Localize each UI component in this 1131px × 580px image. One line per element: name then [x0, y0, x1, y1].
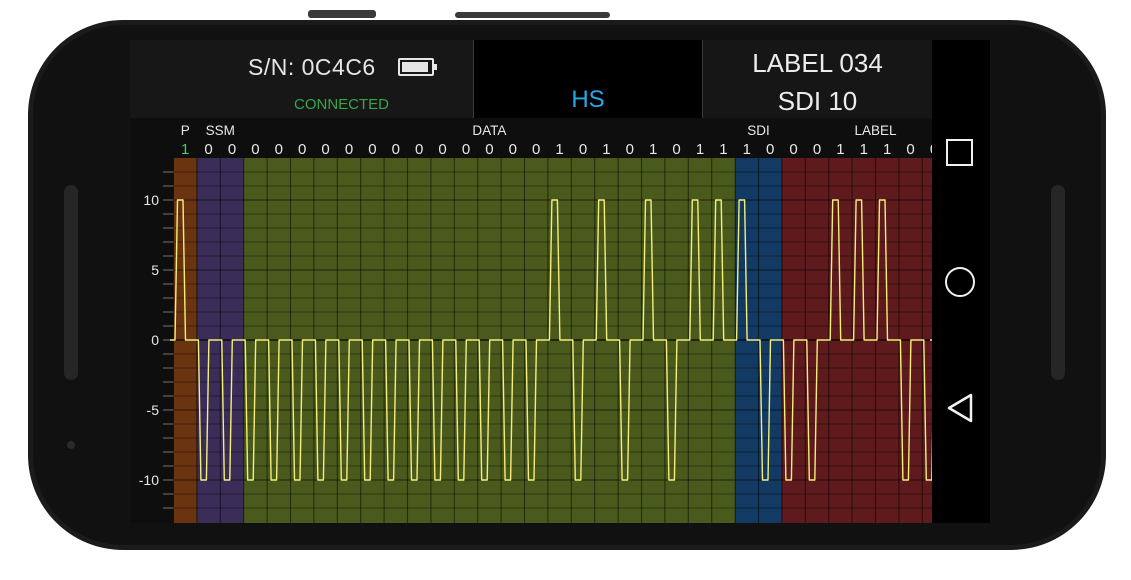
label-value: LABEL 034 — [752, 48, 883, 78]
y-tick-label: 5 — [151, 262, 159, 278]
bit-label: 1 — [743, 141, 751, 158]
field-label-p: P — [181, 123, 190, 138]
field-label-ssm: SSM — [206, 123, 235, 138]
bit-label: 0 — [672, 141, 680, 158]
device-panel[interactable]: S/N: 0C4C6 CONNECTED — [130, 40, 474, 118]
y-tick-label: 10 — [143, 192, 159, 208]
bit-label: 0 — [298, 141, 306, 158]
y-tick-label: 0 — [151, 332, 159, 348]
bit-label: 0 — [368, 141, 376, 158]
label-panel[interactable]: LABEL 034 SDI 10 — [703, 40, 932, 118]
bit-label: 1 — [860, 141, 868, 158]
android-nav-bar — [932, 40, 990, 523]
bit-label: 0 — [462, 141, 470, 158]
bit-label: 0 — [532, 141, 540, 158]
battery-icon — [398, 58, 437, 76]
status-header: S/N: 0C4C6 CONNECTED HS LABEL 034 SDI 10 — [130, 40, 932, 118]
bit-label: 0 — [626, 141, 634, 158]
y-tick-label: -5 — [147, 402, 160, 418]
y-tick-label: -10 — [139, 472, 159, 488]
field-label-data: DATA — [472, 123, 506, 138]
bit-label: 1 — [836, 141, 844, 158]
bit-label: 0 — [415, 141, 423, 158]
bit-label: 0 — [321, 141, 329, 158]
bit-label: 0 — [228, 141, 236, 158]
serial-number: S/N: 0C4C6 — [248, 54, 376, 80]
bit-label: 1 — [883, 141, 891, 158]
bit-label: 1 — [602, 141, 610, 158]
circle-home-icon[interactable] — [945, 267, 975, 297]
bit-label: 1 — [649, 141, 657, 158]
bit-label: 0 — [392, 141, 400, 158]
bit-label: 0 — [789, 141, 797, 158]
bit-label: 0 — [204, 141, 212, 158]
bit-label: 1 — [719, 141, 727, 158]
connection-status: CONNECTED — [293, 96, 389, 113]
bit-label: 0 — [906, 141, 914, 158]
bit-label: 0 — [813, 141, 821, 158]
bus-speed-label: HS — [571, 86, 605, 113]
bit-label: 1 — [555, 141, 563, 158]
field-label-sdi: SDI — [747, 123, 770, 138]
bit-label: 1 — [696, 141, 704, 158]
bit-label: 0 — [509, 141, 517, 158]
bit-label: 1 — [181, 141, 189, 158]
sdi-value: SDI 10 — [777, 86, 858, 116]
bit-label: 0 — [485, 141, 493, 158]
bit-label: 0 — [766, 141, 774, 158]
triangle-back-icon[interactable] — [946, 392, 974, 424]
app-screen: 10 5 0 -5 -10 P SSM DATA SDI LABEL 1000000000000… — [130, 40, 990, 523]
bit-label: 0 — [579, 141, 587, 158]
bit-label: 0 — [251, 141, 259, 158]
speed-toggle[interactable]: HS — [474, 40, 703, 118]
bit-label: 0 — [275, 141, 283, 158]
bit-label: 0 — [345, 141, 353, 158]
square-recents-icon[interactable] — [946, 139, 973, 166]
field-label-label: LABEL — [854, 123, 897, 138]
bit-label: 0 — [438, 141, 446, 158]
